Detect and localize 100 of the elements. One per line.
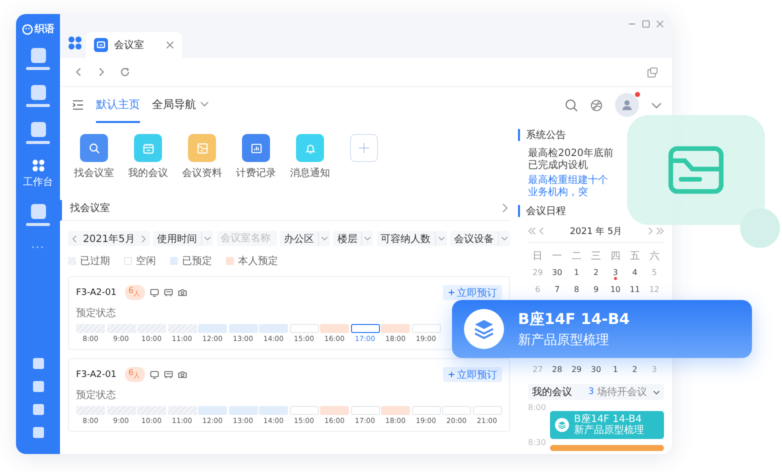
logo-text: 织语	[34, 22, 54, 36]
search-icon[interactable]	[565, 98, 578, 112]
dropdown[interactable]: 办公区	[280, 231, 330, 246]
sidebar-icon[interactable]	[32, 381, 44, 392]
search-field[interactable]: 会议室名称	[216, 231, 277, 246]
bell-icon	[304, 142, 316, 154]
calendar-day[interactable]: 1	[574, 268, 580, 278]
calendar-day[interactable]: 9	[593, 284, 599, 294]
weekday-label: 二	[572, 250, 582, 262]
capacity-badge: 6$_{人}$	[124, 367, 145, 382]
calendar-day[interactable]: 30	[552, 268, 562, 278]
notice-link[interactable]: 最高检重组建十个业务机构，突	[528, 175, 616, 199]
app-tile[interactable]	[296, 134, 324, 162]
panel-title: 我的会议	[532, 386, 572, 399]
app-tile[interactable]	[80, 134, 108, 162]
app-tile[interactable]	[188, 134, 216, 162]
calendar-icon	[142, 142, 154, 154]
grid-icon	[32, 159, 44, 172]
plus-icon	[358, 142, 370, 154]
legend-label: 已过期	[80, 254, 110, 268]
status-label: 预定状态	[76, 388, 117, 402]
legend-label: 空闲	[136, 254, 156, 268]
menu-icon[interactable]	[72, 100, 84, 110]
folder-icon	[668, 145, 724, 195]
calendar-day[interactable]: 7	[554, 284, 560, 294]
sidebar-item[interactable]: 工作台	[20, 159, 56, 189]
calendar-day[interactable]: 3	[612, 268, 618, 278]
chat-icon	[94, 38, 108, 52]
time-label: 8:00	[528, 403, 546, 412]
app-tile[interactable]	[134, 134, 162, 162]
chevron-down-icon	[653, 390, 660, 394]
app-label: 消息通知	[290, 166, 330, 180]
dropdown[interactable]: 使用时间	[153, 231, 214, 246]
calendar-day[interactable]: 2	[632, 364, 638, 374]
forward-icon[interactable]	[97, 67, 106, 77]
event-subtitle: 新产品原型梳理	[574, 425, 644, 436]
dropdown[interactable]: 可容纳人数	[376, 231, 447, 246]
camera-icon	[178, 288, 187, 297]
toast-title: B座14F 14-B4	[518, 310, 630, 328]
add-tile[interactable]	[350, 134, 378, 162]
chevron-right-icon[interactable]	[140, 234, 146, 242]
sidebar-icon[interactable]	[32, 427, 44, 438]
close-icon[interactable]	[166, 41, 174, 49]
avatar[interactable]	[615, 93, 639, 117]
projector-icon	[164, 288, 173, 297]
chevron-right-icon[interactable]	[502, 203, 508, 213]
dropdown[interactable]: 楼层	[333, 231, 374, 246]
section-title: 会议日程	[526, 204, 566, 218]
meeting-count-label: 场待开会议	[597, 386, 647, 399]
date-picker[interactable]: 2021年5月	[68, 231, 150, 246]
chevron-down-icon	[201, 231, 214, 246]
browser-tab[interactable]: 会议室	[86, 32, 182, 58]
chevron-down-icon	[361, 231, 374, 246]
back-icon[interactable]	[74, 67, 83, 77]
tv-icon	[150, 370, 159, 379]
globe-icon[interactable]	[590, 98, 603, 112]
plus-icon	[448, 371, 455, 378]
toast-subtitle: 新产品原型梳理	[518, 332, 610, 348]
maximize-icon[interactable]	[642, 20, 650, 28]
double-chevron-left-icon[interactable]	[528, 227, 536, 235]
chevron-right-icon[interactable]	[648, 227, 653, 235]
chevron-left-icon[interactable]	[539, 227, 544, 235]
person-icon	[621, 99, 633, 111]
calendar-day[interactable]: 4	[632, 268, 638, 278]
sidebar-icon[interactable]	[32, 358, 44, 369]
apps-icon[interactable]	[68, 36, 82, 50]
reload-icon[interactable]	[120, 67, 130, 77]
calendar-day[interactable]: 8	[574, 284, 580, 294]
time-slot[interactable]	[350, 324, 380, 333]
close-icon[interactable]	[656, 20, 664, 28]
folder-icon	[196, 142, 208, 154]
nav-tab[interactable]: 全局导航	[152, 87, 209, 123]
chevron-down-icon	[498, 231, 510, 246]
meetings-header[interactable]: 我的会议 3 场待开会议	[528, 384, 664, 400]
dropdown[interactable]: 会议设备	[450, 231, 510, 246]
double-chevron-right-icon[interactable]	[656, 227, 664, 235]
chevron-down-icon	[318, 231, 330, 246]
calendar-day[interactable]: 10	[610, 284, 621, 294]
weekday-label: 日	[532, 250, 543, 262]
calendar-day[interactable]: 1	[612, 364, 618, 374]
calendar-title: 2021 年 5月	[568, 226, 624, 238]
calendar-day[interactable]: 29	[571, 364, 582, 374]
room-name: F3-A2-01	[76, 370, 117, 380]
event-card[interactable]	[550, 445, 664, 451]
search-icon	[88, 142, 100, 154]
app-label: 找会议室	[74, 166, 114, 180]
weekday-label: 五	[630, 250, 640, 262]
nav-tab[interactable]: 默认主页	[96, 87, 140, 123]
calendar-day[interactable]: 30	[590, 364, 602, 374]
calendar-day[interactable]: 2	[593, 268, 599, 278]
sidebar-icon[interactable]	[32, 404, 44, 415]
notice-text: 最高检2020年底前已完成内设机	[528, 148, 614, 172]
chart-icon	[250, 142, 262, 154]
chevron-left-icon[interactable]	[72, 234, 77, 242]
app-tile[interactable]	[242, 134, 270, 162]
window-icon[interactable]	[647, 66, 658, 78]
calendar-day[interactable]: 11	[630, 284, 640, 294]
capacity-badge: 6$_{人}$	[124, 285, 145, 300]
chevron-down-icon[interactable]	[651, 102, 662, 108]
calendar-day[interactable]: 28	[552, 364, 562, 374]
